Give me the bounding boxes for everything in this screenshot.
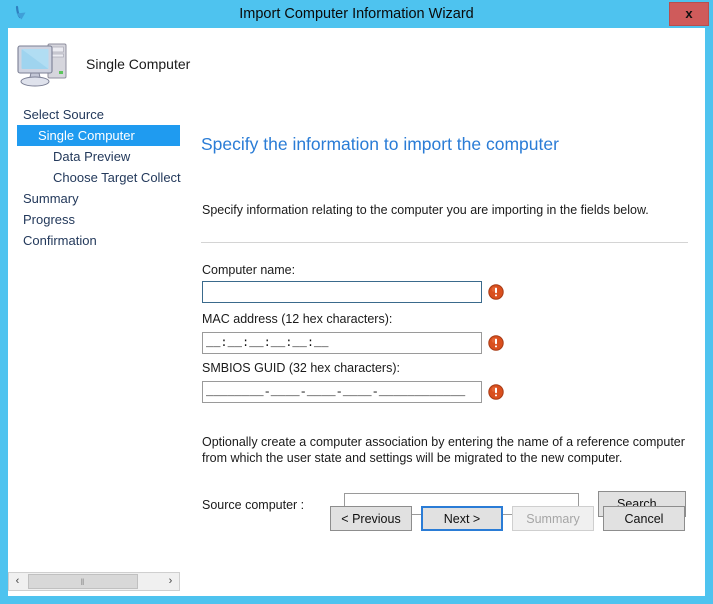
nav-item-choose-target-collect[interactable]: Choose Target Collect xyxy=(8,167,183,188)
wizard-window: Import Computer Information Wizard x Sin… xyxy=(0,0,713,604)
computer-name-input[interactable] xyxy=(202,281,482,303)
computer-name-label: Computer name: xyxy=(202,263,296,277)
scroll-right-icon[interactable]: › xyxy=(162,573,179,590)
wizard-button-row: < Previous Next > Summary Cancel xyxy=(8,506,705,536)
nav-item-confirmation[interactable]: Confirmation xyxy=(8,230,183,251)
page-intro-text: Specify information relating to the comp… xyxy=(202,203,649,217)
smbios-guid-label: SMBIOS GUID (32 hex characters): xyxy=(202,361,400,375)
window-title: Import Computer Information Wizard xyxy=(239,6,474,22)
computer-icon xyxy=(14,36,76,92)
scroll-left-icon[interactable]: ‹ xyxy=(9,573,26,590)
nav-item-single-computer[interactable]: Single Computer xyxy=(17,125,180,146)
nav-item-select-source[interactable]: Select Source xyxy=(8,104,183,125)
page-title: Specify the information to import the co… xyxy=(201,134,559,154)
error-icon[interactable] xyxy=(488,335,504,351)
wizard-header: Single Computer xyxy=(8,28,705,100)
nav-item-summary[interactable]: Summary xyxy=(8,188,183,209)
header-label: Single Computer xyxy=(86,56,191,72)
error-icon[interactable] xyxy=(488,284,504,300)
error-icon[interactable] xyxy=(488,384,504,400)
next-button[interactable]: Next > xyxy=(421,506,503,531)
mac-address-label: MAC address (12 hex characters): xyxy=(202,312,393,326)
title-bar: Import Computer Information Wizard x xyxy=(0,0,713,28)
nav-item-data-preview[interactable]: Data Preview xyxy=(8,146,183,167)
wizard-nav: Select Source Single Computer Data Previ… xyxy=(8,104,183,251)
cancel-button[interactable]: Cancel xyxy=(603,506,685,531)
summary-button: Summary xyxy=(512,506,594,531)
nav-item-progress[interactable]: Progress xyxy=(8,209,183,230)
previous-button[interactable]: < Previous xyxy=(330,506,412,531)
close-icon[interactable]: x xyxy=(669,2,709,26)
horizontal-scrollbar[interactable]: ‹ ‖ › xyxy=(8,572,180,591)
scrollbar-thumb[interactable]: ‖ xyxy=(28,574,138,589)
section-divider xyxy=(201,242,688,243)
smbios-guid-input[interactable] xyxy=(202,381,482,403)
mac-address-input[interactable] xyxy=(202,332,482,354)
client-area: Single Computer Select Source Single Com… xyxy=(8,28,705,596)
association-note: Optionally create a computer association… xyxy=(202,435,685,465)
